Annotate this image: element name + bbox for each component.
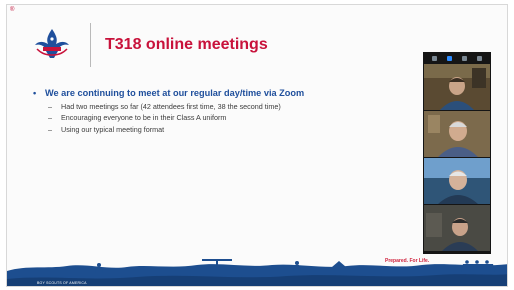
participant-video: [424, 158, 490, 204]
participant-video: [424, 205, 490, 251]
sub-bullet-list: Had two meetings so far (42 attendees fi…: [31, 101, 431, 136]
bullet-list: We are continuing to meet at our regular…: [31, 87, 431, 136]
zoom-toolbar-icon[interactable]: [477, 55, 482, 61]
zoom-video-panel: [423, 52, 491, 254]
zoom-toolbar-icon[interactable]: [462, 55, 467, 61]
participant-video-tile[interactable]: [424, 158, 490, 204]
zoom-toolbar-icon[interactable]: [447, 55, 452, 61]
sub-bullet: Using our typical meeting format: [31, 124, 431, 136]
zoom-toolbar: [423, 52, 491, 64]
participant-video: [424, 64, 490, 110]
participant-video-tile[interactable]: [424, 205, 490, 251]
footer-organization: BOY SCOUTS OF AMERICA: [37, 281, 87, 285]
footer-tagline: Prepared. For Life.: [385, 258, 430, 264]
title-divider: [90, 23, 91, 67]
main-bullet: We are continuing to meet at our regular…: [31, 87, 431, 99]
page-frame: ® T318 online meetings We are continuing…: [0, 0, 514, 290]
participant-video: [424, 111, 490, 157]
slide-corner-mark: ®: [10, 7, 15, 13]
sub-bullet: Had two meetings so far (42 attendees fi…: [31, 101, 431, 113]
slide-title: T318 online meetings: [105, 36, 268, 53]
zoom-toolbar-icon[interactable]: [432, 55, 437, 61]
scouts-fleur-de-lis-logo: [35, 29, 69, 58]
participant-video-tile[interactable]: [424, 64, 490, 110]
participant-video-tile[interactable]: [424, 111, 490, 157]
sub-bullet: Encouraging everyone to be in their Clas…: [31, 112, 431, 124]
